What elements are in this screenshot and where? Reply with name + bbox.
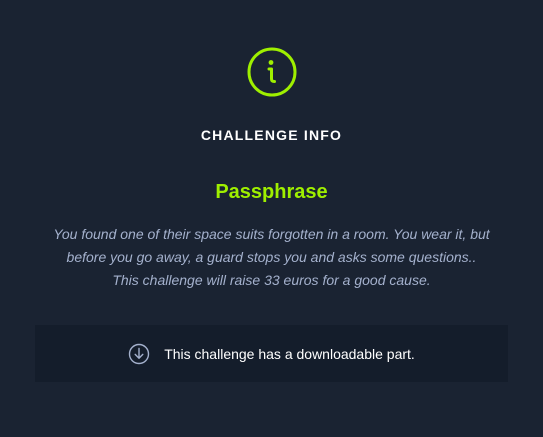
- challenge-description: You found one of their space suits forgo…: [30, 223, 513, 292]
- description-line: You found one of their space suits forgo…: [53, 226, 490, 242]
- download-text: This challenge has a downloadable part.: [164, 345, 415, 362]
- download-icon: [128, 343, 150, 364]
- description-line: This challenge will raise 33 euros for a…: [112, 272, 431, 288]
- description-line: before you go away, a guard stops you an…: [66, 249, 477, 265]
- challenge-title: Passphrase: [215, 181, 328, 203]
- modal-header: CHALLENGE INFO: [200, 127, 343, 143]
- info-icon: [247, 47, 297, 97]
- challenge-info-modal: CHALLENGE INFO Passphrase You found one …: [0, 0, 543, 437]
- download-part-box[interactable]: This challenge has a downloadable part.: [35, 325, 508, 382]
